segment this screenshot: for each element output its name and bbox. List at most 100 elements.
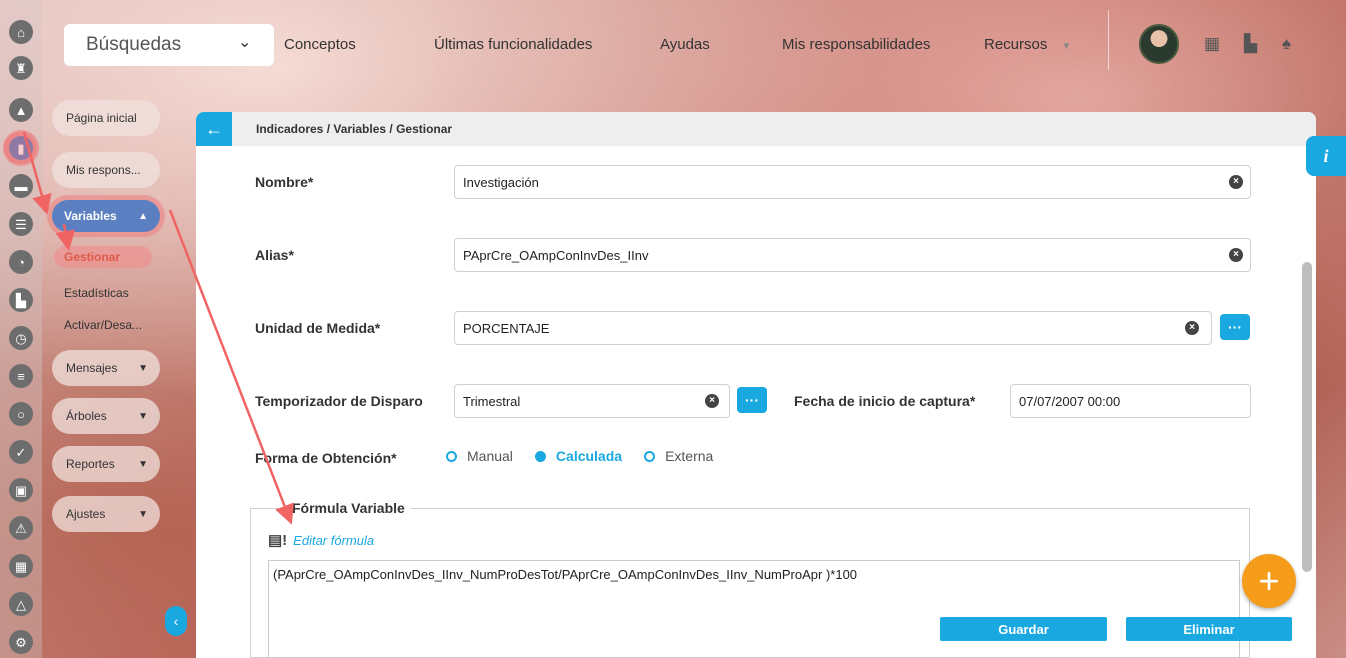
icon-rail: ⌂ ♜ ▲ ▮ ▬ ☰ ◔ ▙ ◷ ≡ ○ ✓ ▣ ⚠ ▦ △ ⚙ (0, 0, 42, 658)
add-fab-button[interactable]: + (1242, 554, 1296, 608)
sidebar-item-arboles[interactable]: Árboles ▼ (52, 398, 160, 434)
temporizador-field[interactable]: Trimestral × (454, 384, 730, 418)
radio-button[interactable] (644, 450, 656, 462)
radio-externa[interactable]: Externa (644, 448, 713, 464)
caret-down-icon: ▼ (138, 362, 148, 374)
obtencion-radio-group: Manual Calculada Externa (446, 448, 729, 464)
temporizador-value: Trimestral (463, 393, 521, 409)
formula-legend: Fórmula Variable (286, 500, 411, 516)
sidebar-item-label: Variables (64, 209, 117, 223)
caret-up-icon: ▲ (138, 210, 148, 222)
nav-recursos[interactable]: Recursos ▼ (984, 36, 1071, 53)
unidad-value: PORCENTAJE (463, 320, 550, 336)
alias-field[interactable]: PAprCre_OAmpConInvDes_IInv × (454, 238, 1251, 272)
radio-label: Calculada (555, 448, 623, 464)
network-icon[interactable]: △ (9, 592, 33, 616)
sidebar-item-label: Mensajes (66, 361, 118, 375)
clear-icon[interactable]: × (1229, 248, 1243, 262)
caret-down-icon: ▼ (138, 508, 148, 520)
caret-down-icon: ▼ (138, 410, 148, 422)
clear-icon[interactable]: × (1185, 321, 1199, 335)
sidebar-item-estadisticas[interactable]: Estadísticas (64, 286, 129, 300)
radio-manual[interactable]: Manual (446, 448, 513, 464)
pie-icon[interactable]: ◔ (9, 250, 33, 274)
sidebar-item-ajustes[interactable]: Ajustes ▼ (52, 496, 160, 532)
nav-ayudas[interactable]: Ayudas (660, 36, 710, 53)
top-bar: Búsquedas ⌄ Conceptos Últimas funcionali… (42, 0, 1346, 90)
radio-button[interactable] (446, 450, 457, 462)
unidad-field[interactable]: PORCENTAJE × (454, 311, 1212, 345)
arrow-left-icon: ← (205, 118, 223, 139)
warning-icon[interactable]: ⚠ (9, 516, 33, 540)
temporizador-label: Temporizador de Disparo (255, 393, 423, 409)
sidebar-item-pagina-inicial[interactable]: Página inicial (52, 100, 160, 136)
nav-recursos-label: Recursos (984, 36, 1048, 53)
nombre-label: Nombre* (255, 174, 314, 190)
breadcrumb: Indicadores / Variables / Gestionar (256, 122, 453, 136)
radio-label: Manual (467, 448, 513, 464)
sidebar-item-gestionar[interactable]: Gestionar (54, 246, 152, 268)
bell-icon[interactable]: ♠ (1282, 34, 1291, 54)
map-icon[interactable]: ▙ (1244, 34, 1257, 54)
more-options-button[interactable]: ··· (737, 387, 767, 413)
alias-label: Alias* (255, 247, 294, 263)
radio-label: Externa (665, 448, 714, 464)
sidebar-item-label: Ajustes (66, 507, 106, 521)
nav-mis-responsabilidades[interactable]: Mis responsabilidades (782, 36, 930, 53)
more-options-button[interactable]: ··· (1220, 314, 1250, 340)
settings-icon[interactable]: ⚙ (9, 630, 33, 654)
radio-calculada[interactable]: Calculada (534, 448, 623, 464)
edit-formula-label: Editar fórmula (293, 532, 375, 548)
avatar[interactable] (1139, 24, 1179, 64)
pyramid-icon[interactable]: ▲ (9, 98, 33, 122)
alias-value: PAprCre_OAmpConInvDes_IInv (463, 247, 649, 263)
formula-value: (PAprCre_OAmpConInvDes_IInv_NumProDesTot… (273, 567, 858, 582)
back-button[interactable]: ← (196, 112, 232, 146)
calendar-icon[interactable]: ▦ (1204, 34, 1220, 54)
chart-icon[interactable]: ▮ (9, 136, 33, 160)
info-icon: i (1323, 145, 1329, 166)
radio-button[interactable] (534, 450, 546, 462)
scrollbar[interactable] (1302, 262, 1312, 572)
check-icon[interactable]: ✓ (9, 440, 33, 464)
panel-header: ← Indicadores / Variables / Gestionar (196, 112, 1316, 146)
nombre-field[interactable]: Investigación × (454, 165, 1251, 199)
chevron-down-icon[interactable]: ⌄ (238, 32, 251, 52)
nav-ultimas-funcionalidades[interactable]: Últimas funcionalidades (434, 36, 592, 53)
unidad-label: Unidad de Medida* (255, 320, 381, 336)
save-button[interactable]: Guardar (940, 617, 1107, 641)
formula-textarea[interactable]: (PAprCre_OAmpConInvDes_IInv_NumProDesTot… (268, 560, 1240, 658)
nombre-value: Investigación (463, 174, 539, 190)
home-icon[interactable]: ⌂ (9, 20, 33, 44)
obtencion-label: Forma de Obtención* (255, 450, 397, 466)
sidebar-item-reportes[interactable]: Reportes ▼ (52, 446, 160, 482)
circle-icon[interactable]: ○ (9, 402, 33, 426)
sidebar-item-label: Árboles (66, 409, 107, 423)
sidebar-item-label: Reportes (66, 457, 115, 471)
calendar-icon[interactable]: ▦ (9, 554, 33, 578)
delete-button[interactable]: Eliminar (1126, 617, 1292, 641)
clear-icon[interactable]: × (705, 394, 719, 408)
info-button[interactable]: i (1306, 136, 1346, 176)
divider (1108, 10, 1109, 70)
monitor-icon[interactable]: ▬ (9, 174, 33, 198)
fecha-field[interactable]: 07/07/2007 00:00 (1010, 384, 1251, 418)
sidebar-item-activar-desactivar[interactable]: Activar/Desa... (64, 318, 142, 332)
sidebar-item-mensajes[interactable]: Mensajes ▼ (52, 350, 160, 386)
list-icon[interactable]: ≡ (9, 364, 33, 388)
clock-icon[interactable]: ◷ (9, 326, 33, 350)
chevron-left-icon: ‹ (173, 613, 179, 629)
fecha-value: 07/07/2007 00:00 (1019, 393, 1121, 409)
map-icon[interactable]: ▙ (9, 288, 33, 312)
collapse-sidebar-button[interactable]: ‹ (165, 606, 187, 636)
document-icon: ▤! (268, 532, 288, 549)
nav-conceptos[interactable]: Conceptos (284, 36, 356, 53)
edit-formula-link[interactable]: ▤! Editar fórmula (268, 531, 374, 549)
briefcase-icon[interactable]: ▣ (9, 478, 33, 502)
process-icon[interactable]: ☰ (9, 212, 33, 236)
sidebar-item-mis-responsabilidades[interactable]: Mis respons... (52, 152, 160, 188)
caret-down-icon: ▼ (138, 458, 148, 470)
tower-icon[interactable]: ♜ (9, 56, 33, 80)
sidebar-item-variables[interactable]: Variables ▲ (52, 200, 160, 232)
clear-icon[interactable]: × (1229, 175, 1243, 189)
